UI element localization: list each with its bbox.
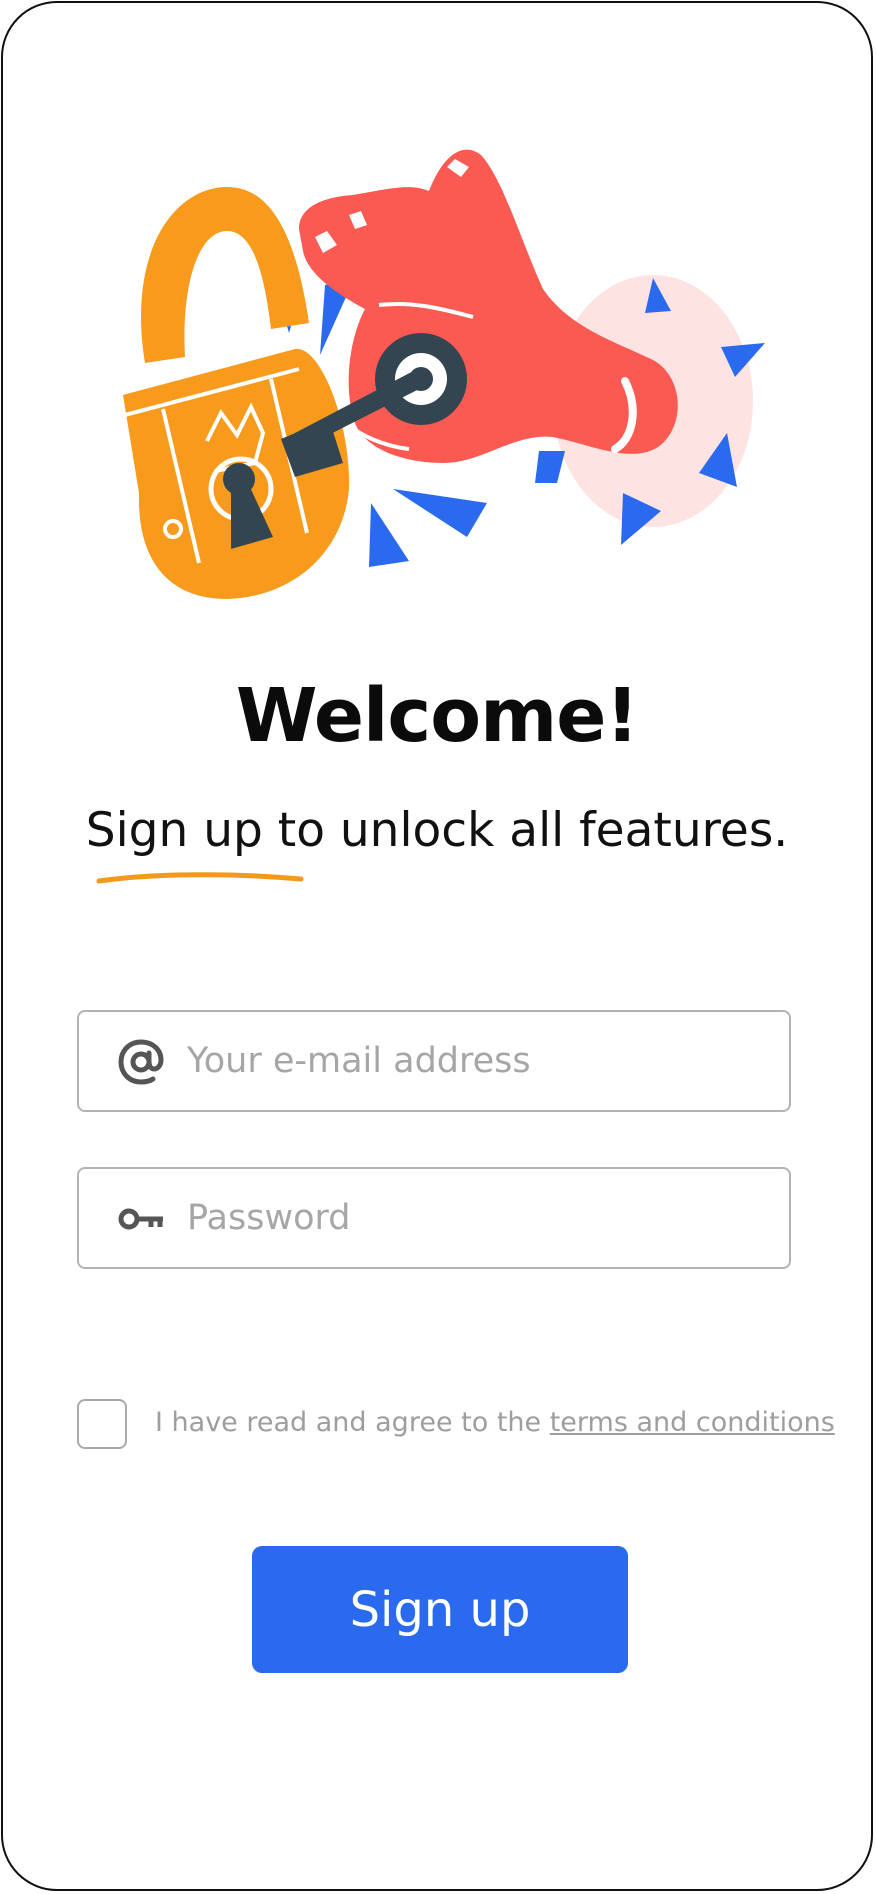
page-title: Welcome! (235, 673, 639, 759)
email-field[interactable] (77, 1010, 791, 1112)
unlock-illustration (123, 149, 765, 599)
key-icon (118, 1208, 163, 1230)
terms-link[interactable]: terms and conditions (550, 1407, 835, 1438)
password-input[interactable] (187, 1169, 767, 1267)
terms-text: I have read and agree to the terms and c… (155, 1407, 835, 1439)
at-icon (118, 1039, 164, 1085)
signup-button[interactable]: Sign up (252, 1546, 628, 1673)
password-field[interactable] (77, 1167, 791, 1269)
page-subtitle: Sign up to unlock all features. (85, 803, 789, 858)
terms-prefix: I have read and agree to the (155, 1407, 550, 1438)
subtitle-underline (96, 872, 304, 884)
phone-frame: Welcome! Sign up to unlock all features.… (1, 1, 873, 1891)
terms-checkbox[interactable] (77, 1399, 127, 1449)
email-input[interactable] (187, 1012, 767, 1110)
